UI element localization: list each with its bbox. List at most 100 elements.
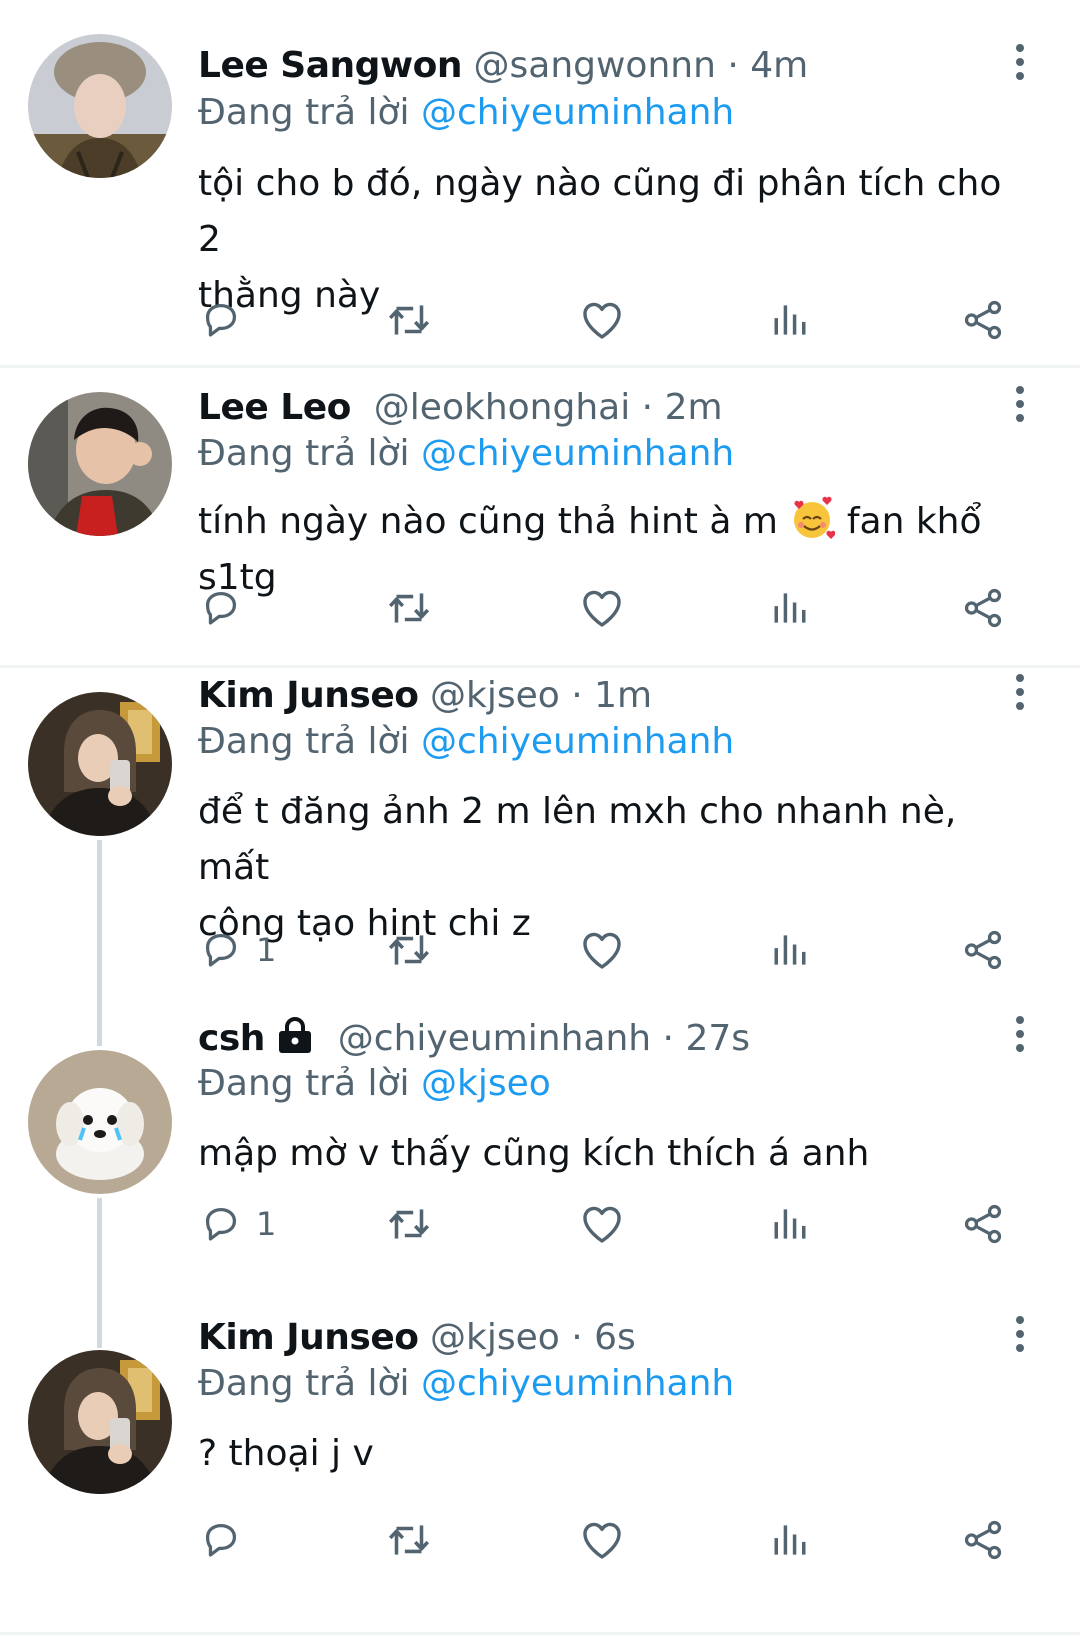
display-name[interactable]: Lee Leo	[198, 387, 351, 428]
retweet-icon	[384, 583, 434, 633]
like-button[interactable]	[578, 924, 626, 976]
action-bar	[198, 582, 1038, 634]
views-button[interactable]	[768, 582, 812, 634]
display-name[interactable]: Lee Sangwon	[198, 45, 463, 86]
avatar[interactable]	[28, 1050, 172, 1194]
more-options-icon[interactable]	[1008, 1312, 1032, 1356]
tweet-header: csh @chiyeuminhanh · 27s	[198, 1016, 750, 1061]
like-button[interactable]	[578, 294, 626, 346]
replying-to-label: Đang trả lời	[198, 1363, 421, 1404]
avatar[interactable]	[28, 1350, 172, 1494]
heart-icon	[578, 1516, 626, 1564]
more-options-icon[interactable]	[1008, 1012, 1032, 1056]
like-button[interactable]	[578, 582, 626, 634]
display-name[interactable]: Kim Junseo	[198, 675, 419, 716]
replying-to: Đang trả lời @chiyeuminhanh	[198, 720, 734, 764]
action-bar: 1	[198, 924, 1038, 976]
tweet-header: Kim Junseo @kjseo · 6s	[198, 1316, 636, 1360]
replying-to-label: Đang trả lời	[198, 433, 421, 474]
reply-button[interactable]	[198, 1514, 256, 1566]
timestamp[interactable]: 1m	[594, 675, 652, 716]
tweet-header: Lee Leo @leokhonghai · 2m	[198, 386, 723, 430]
replying-to-label: Đang trả lời	[198, 1063, 421, 1104]
views-icon	[768, 928, 812, 972]
views-button[interactable]	[768, 294, 812, 346]
timestamp[interactable]: 6s	[594, 1317, 636, 1358]
views-icon	[768, 1202, 812, 1246]
avatar[interactable]	[28, 34, 172, 178]
reply-icon	[198, 1201, 244, 1247]
replying-to-label: Đang trả lời	[198, 721, 421, 762]
display-name[interactable]: Kim Junseo	[198, 1317, 419, 1358]
replying-to: Đang trả lời @chiyeuminhanh	[198, 432, 734, 476]
more-options-icon[interactable]	[1008, 670, 1032, 714]
tweet-text-line: tội cho b đó, ngày nào cũng đi phân tích…	[198, 163, 1002, 260]
mention-link[interactable]: @chiyeuminhanh	[421, 92, 734, 133]
avatar[interactable]	[28, 392, 172, 536]
mention-link[interactable]: @chiyeuminhanh	[421, 433, 734, 474]
share-button[interactable]	[960, 924, 1006, 976]
divider	[0, 1632, 1080, 1635]
share-icon	[960, 1201, 1006, 1247]
share-icon	[960, 927, 1006, 973]
share-button[interactable]	[960, 294, 1006, 346]
retweet-button[interactable]	[384, 294, 434, 346]
timestamp[interactable]: 2m	[665, 387, 723, 428]
share-icon	[960, 1517, 1006, 1563]
reply-button[interactable]	[198, 582, 256, 634]
share-button[interactable]	[960, 1514, 1006, 1566]
tweet[interactable]: Kim Junseo @kjseo · 1m Đang trả lời @chi…	[0, 668, 1080, 1008]
like-button[interactable]	[578, 1198, 626, 1250]
mention-link[interactable]: @chiyeuminhanh	[421, 1363, 734, 1404]
user-handle[interactable]: @kjseo	[430, 675, 560, 716]
heart-icon	[578, 296, 626, 344]
mention-link[interactable]: @kjseo	[421, 1063, 551, 1104]
user-handle[interactable]: @kjseo	[430, 1317, 560, 1358]
views-button[interactable]	[768, 924, 812, 976]
tweet[interactable]: Kim Junseo @kjseo · 6s Đang trả lời @chi…	[0, 1326, 1080, 1638]
reply-button[interactable]: 1	[198, 924, 276, 976]
more-options-icon[interactable]	[1008, 40, 1032, 84]
avatar-photo-junseo	[28, 1350, 172, 1494]
mention-link[interactable]: @chiyeuminhanh	[421, 721, 734, 762]
tweet[interactable]: Lee Sangwon @sangwonnn · 4m Đang trả lời…	[0, 0, 1080, 366]
reply-count: 1	[256, 931, 277, 969]
share-icon	[960, 297, 1006, 343]
separator-dot: ·	[662, 1018, 674, 1059]
user-handle[interactable]: @chiyeuminhanh	[338, 1018, 651, 1059]
user-handle[interactable]: @sangwonnn	[474, 45, 716, 86]
separator-dot: ·	[727, 45, 739, 86]
tweet[interactable]: Lee Leo @leokhonghai · 2m Đang trả lời @…	[0, 368, 1080, 668]
reply-icon	[198, 927, 244, 973]
reply-button[interactable]: 1	[198, 1198, 276, 1250]
share-button[interactable]	[960, 1198, 1006, 1250]
action-bar: 1	[198, 1198, 1038, 1250]
action-bar	[198, 294, 1038, 346]
reply-icon	[198, 1517, 244, 1563]
avatar-photo-sangwon	[28, 34, 172, 178]
share-button[interactable]	[960, 582, 1006, 634]
retweet-button[interactable]	[384, 924, 434, 976]
timestamp[interactable]: 4m	[750, 45, 808, 86]
tweet-header: Lee Sangwon @sangwonnn · 4m	[198, 44, 808, 88]
views-button[interactable]	[768, 1514, 812, 1566]
reply-button[interactable]	[198, 294, 256, 346]
replying-to: Đang trả lời @chiyeuminhanh	[198, 1362, 734, 1406]
retweet-button[interactable]	[384, 582, 434, 634]
heart-icon	[578, 584, 626, 632]
tweet-text-segment: tính ngày nào cũng thả hint à m	[198, 501, 790, 542]
more-options-icon[interactable]	[1008, 382, 1032, 426]
views-button[interactable]	[768, 1198, 812, 1250]
like-button[interactable]	[578, 1514, 626, 1566]
retweet-icon	[384, 295, 434, 345]
user-handle[interactable]: @leokhonghai	[374, 387, 630, 428]
retweet-button[interactable]	[384, 1514, 434, 1566]
avatar[interactable]	[28, 692, 172, 836]
share-icon	[960, 585, 1006, 631]
timestamp[interactable]: 27s	[685, 1018, 750, 1059]
avatar-photo-leo	[28, 392, 172, 536]
display-name[interactable]: csh	[198, 1018, 265, 1059]
tweet-text-line: ? thoại j v	[198, 1433, 374, 1474]
retweet-button[interactable]	[384, 1198, 434, 1250]
tweet[interactable]: csh @chiyeuminhanh · 27s Đang trả lời @k…	[0, 1026, 1080, 1326]
